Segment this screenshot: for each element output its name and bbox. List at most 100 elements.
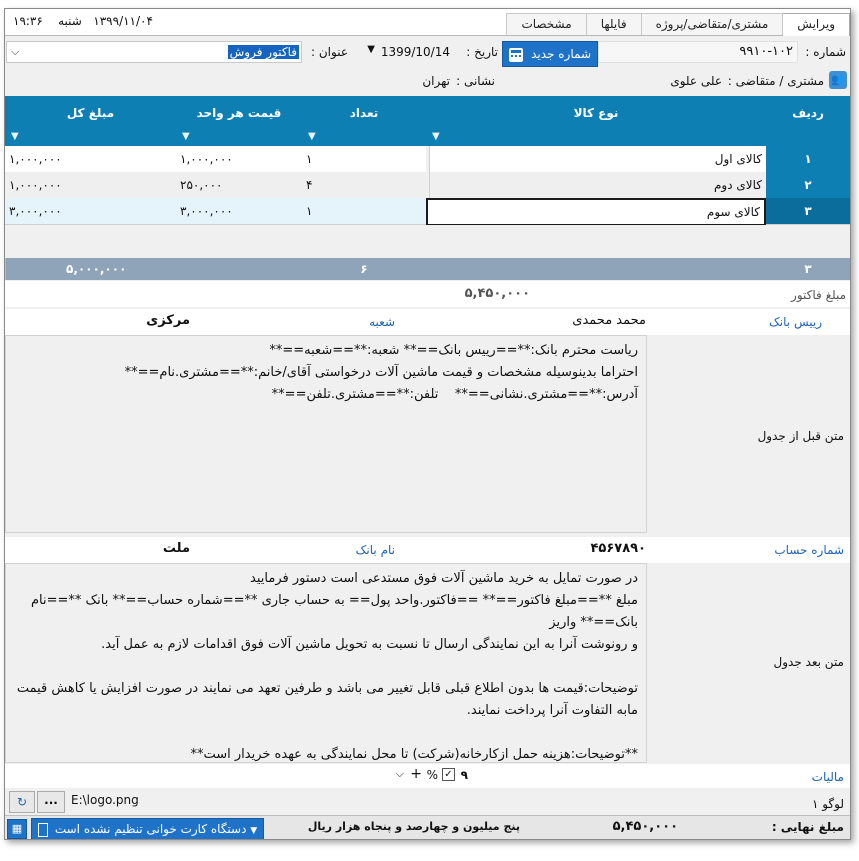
after-table-label: متن بعد جدول: [773, 655, 844, 669]
cell-item-editing[interactable]: کالای سوم: [426, 198, 766, 226]
cell-price[interactable]: ۲۵۰,۰۰۰: [175, 172, 302, 199]
grid-empty-area: [5, 225, 850, 257]
date-label: تاریخ :: [466, 45, 498, 59]
invoice-amount-value: ۵,۴۵۰,۰۰۰: [464, 286, 530, 301]
footer-qty: ۶: [301, 258, 426, 280]
date-dropdown-icon[interactable]: ▼: [367, 44, 375, 55]
number-field[interactable]: ۹۹۱۰-۱۰۲: [598, 41, 798, 63]
tax-row: مالیات ۹ ✓ % + ⌵: [5, 764, 850, 788]
col-header-row[interactable]: ردیف: [765, 96, 850, 146]
logo-label: لوگو ۱: [811, 797, 844, 811]
cell-price[interactable]: ۱,۰۰۰,۰۰۰: [175, 146, 302, 173]
row-number[interactable]: ۲: [765, 172, 850, 199]
tabs: ویرایش مشتری/متقاضی/پروژه فایلها مشخصات: [506, 13, 850, 36]
col-header-total[interactable]: مبلغ کل ▼: [5, 96, 176, 146]
bank-head-row: رییس بانک محمد محمدی شعبه مرکزی: [5, 309, 850, 335]
dropdown-arrow-icon: ▼: [250, 826, 258, 836]
final-amount-label: مبلغ نهایی :: [771, 820, 844, 834]
date-field[interactable]: 1399/10/14: [381, 45, 450, 59]
cell-qty[interactable]: ۱: [301, 198, 426, 225]
cell-price[interactable]: ۳,۰۰۰,۰۰۰: [175, 198, 302, 225]
bank-head-label: رییس بانک: [769, 315, 822, 329]
bank-head-name[interactable]: محمد محمدی: [572, 313, 646, 328]
cell-qty[interactable]: ۴: [301, 172, 426, 199]
branch-label: شعبه: [369, 315, 395, 329]
invoice-amount-row: مبلغ فاکتور ۵,۴۵۰,۰۰۰: [5, 281, 850, 307]
new-number-label: شماره جدید: [531, 47, 591, 61]
percent-sign: %: [426, 768, 438, 782]
customer-row: 👥 مشتری / متقاضی : علی علوی نشانی : تهرا…: [5, 69, 850, 93]
footer-count: ۳: [765, 258, 850, 280]
tax-checkbox[interactable]: ✓: [442, 768, 455, 781]
final-amount-value: ۵,۴۵۰,۰۰۰: [612, 819, 678, 834]
invoice-amount-label: مبلغ فاکتور: [791, 288, 846, 302]
device-icon: [38, 822, 48, 837]
logo-row: لوگو ۱ E:\logo.png ... ↻: [5, 789, 850, 815]
customer-value[interactable]: علی علوی: [670, 74, 722, 88]
chevron-down-icon: ⌵: [11, 45, 20, 58]
plus-icon[interactable]: +: [410, 766, 422, 782]
filter-icon[interactable]: ▼: [308, 131, 316, 142]
status-bar: مبلغ نهایی : ۵,۴۵۰,۰۰۰ پنج میلیون و چهار…: [5, 815, 850, 839]
customer-icon[interactable]: 👥: [829, 71, 847, 89]
address-label: نشانی :: [456, 74, 495, 88]
cell-item[interactable]: کالای اول: [429, 146, 766, 173]
col-header-item[interactable]: نوع کالا ▼: [425, 96, 766, 146]
before-table-label: متن قبل از جدول: [757, 429, 844, 443]
col-header-qty[interactable]: تعداد ▼: [301, 96, 426, 146]
footer-price: [175, 258, 302, 280]
header-row: شماره : ۹۹۱۰-۱۰۲ شماره جدید تاریخ : 1399…: [5, 39, 850, 67]
branch-value[interactable]: مرکزی: [146, 313, 190, 328]
cell-qty[interactable]: ۱: [301, 146, 426, 173]
filter-icon[interactable]: ▼: [182, 131, 190, 142]
before-table-label-cell: متن قبل از جدول: [650, 335, 850, 533]
new-number-button[interactable]: شماره جدید: [502, 41, 598, 67]
title-label: عنوان :: [311, 45, 348, 59]
calculator-icon: [509, 47, 524, 62]
cell-total[interactable]: ۳,۰۰۰,۰۰۰: [5, 198, 176, 225]
refresh-icon[interactable]: ↻: [9, 791, 35, 813]
clock: ۱۳۹۹/۱۱/۰۴ شنبه ۱۹:۳۶: [13, 14, 153, 28]
tab-customer-project[interactable]: مشتری/متقاضی/پروژه: [640, 13, 784, 35]
tab-bar: ویرایش مشتری/متقاضی/پروژه فایلها مشخصات …: [5, 9, 850, 36]
logo-path[interactable]: E:\logo.png: [71, 793, 139, 807]
address-value: تهران: [422, 74, 450, 88]
browse-button[interactable]: ...: [37, 791, 65, 813]
bank-name-label: نام بانک: [355, 543, 395, 557]
before-table-textarea[interactable]: ریاست محترم بانک:**==رییس بانک==** شعبه:…: [5, 335, 647, 533]
card-reader-dropdown[interactable]: ▼ دستگاه کارت خوانی تنظیم نشده است: [31, 818, 265, 839]
tax-label: مالیات: [811, 770, 844, 784]
clock-weekday: شنبه: [58, 14, 82, 28]
cell-item[interactable]: کالای دوم: [429, 172, 766, 199]
cell-total[interactable]: ۱,۰۰۰,۰۰۰: [5, 146, 176, 173]
after-table-label-cell: متن بعد جدول: [650, 563, 850, 759]
row-number[interactable]: ۳: [765, 198, 850, 225]
cell-total[interactable]: ۱,۰۰۰,۰۰۰: [5, 172, 176, 199]
customer-label: مشتری / متقاضی :: [727, 74, 824, 88]
bank-name-value[interactable]: ملت: [163, 541, 190, 556]
filter-icon[interactable]: ▼: [432, 131, 440, 142]
after-table-textarea[interactable]: در صورت تمایل به خرید ماشین آلات فوق مست…: [5, 563, 647, 763]
filter-icon[interactable]: ▼: [11, 131, 19, 142]
clock-date: ۱۳۹۹/۱۱/۰۴: [93, 14, 153, 28]
tab-specs[interactable]: مشخصات: [506, 13, 587, 35]
account-label: شماره حساب: [774, 543, 844, 557]
footer-total: ۵,۰۰۰,۰۰۰: [5, 258, 176, 280]
title-value: فاکتور فروش: [227, 45, 299, 59]
invoice-window: ویرایش مشتری/متقاضی/پروژه فایلها مشخصات …: [4, 8, 851, 840]
calculator-icon[interactable]: ▦: [7, 819, 27, 839]
chevron-down-icon[interactable]: ⌵: [396, 767, 404, 781]
tab-edit[interactable]: ویرایش: [782, 13, 850, 36]
title-select[interactable]: فاکتور فروش ⌵: [6, 41, 302, 63]
account-row: شماره حساب ۴۵۶۷۸۹۰ نام بانک ملت: [5, 537, 850, 563]
card-reader-text: دستگاه کارت خوانی تنظیم نشده است: [54, 822, 247, 836]
row-number[interactable]: ۱: [765, 146, 850, 173]
tax-value[interactable]: ۹: [461, 768, 468, 782]
footer-item: [425, 258, 766, 280]
clock-time: ۱۹:۳۶: [13, 14, 43, 28]
col-header-price[interactable]: قیمت هر واحد ▼: [175, 96, 302, 146]
tab-files[interactable]: فایلها: [585, 13, 642, 35]
account-value[interactable]: ۴۵۶۷۸۹۰: [590, 541, 646, 556]
final-amount-words: پنج میلیون و چهارصد و پنجاه هزار ریال: [307, 820, 520, 833]
number-label: شماره :: [805, 45, 846, 59]
